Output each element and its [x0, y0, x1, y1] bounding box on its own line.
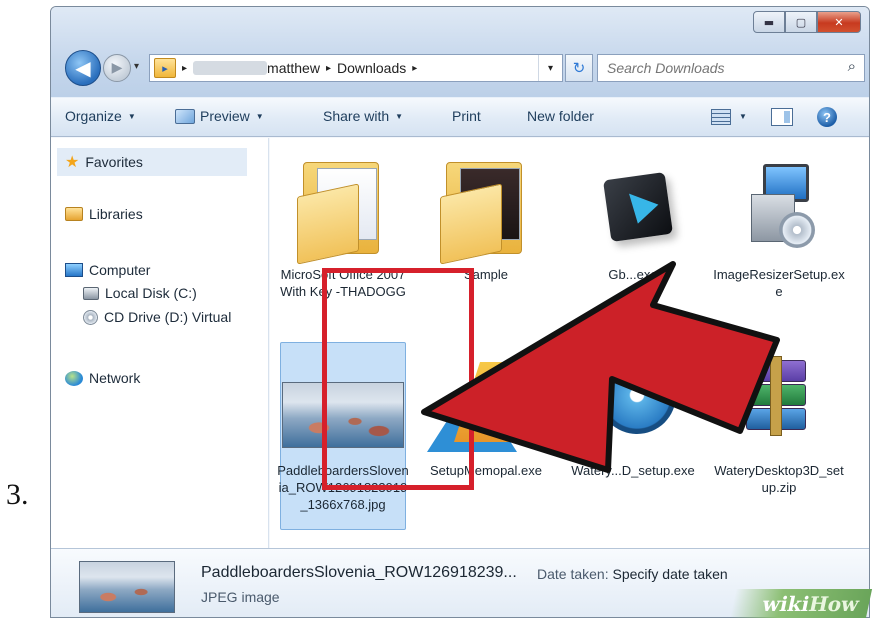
chevron-down-icon: ▼ — [255, 111, 264, 121]
details-thumbnail — [79, 561, 175, 613]
share-with-label: Share with — [323, 108, 390, 124]
zip-icon — [746, 356, 806, 436]
nav-item-label: Favorites — [85, 154, 143, 170]
chevron-down-icon: ▼ — [395, 111, 404, 121]
date-taken-value[interactable]: Specify date taken — [613, 566, 728, 582]
file-item-paddleboarders-jpg[interactable]: PaddleboardersSlovenia_ROW12691823919_13… — [274, 338, 412, 534]
chevron-down-icon: ▼ — [127, 111, 136, 121]
disc-icon — [598, 356, 676, 434]
address-dropdown-button[interactable]: ▾ — [538, 55, 562, 81]
app-box — [602, 171, 674, 243]
details-date-taken: Date taken: Specify date taken — [537, 566, 728, 582]
file-view: MicroSoft Office 2007 With Key -THADOGG … — [270, 138, 869, 548]
file-name: SetupMemopal.exe — [429, 463, 542, 478]
file-item-sample-folder[interactable]: Sample — [417, 142, 555, 338]
details-file-name: PaddleboardersSlovenia_ROW126918239... — [201, 564, 517, 581]
organize-menu[interactable]: Organize ▼ — [65, 108, 136, 124]
minimize-button[interactable]: ▬ — [753, 11, 785, 33]
help-icon[interactable]: ? — [817, 107, 837, 127]
explorer-window: ▬ ▢ ✕ ◀ ▶ ▾ ▸ ▸ matthew ▸ Downloads ▸ ▾ … — [50, 6, 870, 618]
title-bar: ▬ ▢ ✕ ◀ ▶ ▾ ▸ ▸ matthew ▸ Downloads ▸ ▾ … — [51, 7, 869, 97]
nav-item-computer[interactable]: Computer — [65, 262, 150, 278]
caption-buttons: ▬ ▢ ✕ — [753, 11, 861, 33]
search-box[interactable]: ⌕ — [597, 54, 865, 82]
watermark-wiki: wiki — [760, 592, 812, 616]
preview-label: Preview — [200, 108, 250, 124]
refresh-button[interactable]: ↻ — [565, 54, 593, 82]
command-bar: Organize ▼ Preview ▼ Share with ▼ Print … — [51, 97, 869, 137]
details-file-type: JPEG image — [201, 589, 280, 605]
breadcrumb-separator-icon[interactable]: ▸ — [326, 63, 331, 74]
file-name: PaddleboardersSlovenia_ROW12691823919_13… — [277, 463, 409, 512]
navigation-pane: ★ Favorites Libraries Computer Local Dis… — [51, 138, 269, 548]
chevron-down-icon[interactable]: ▼ — [739, 112, 747, 121]
app-icon — [583, 154, 683, 254]
wikihow-watermark: wikiHow — [730, 589, 873, 618]
setup-icon — [729, 154, 829, 254]
file-name: Watery...D_setup.exe — [571, 463, 695, 478]
nav-item-label: Network — [89, 370, 141, 386]
file-name: Sample — [463, 267, 509, 282]
folder-icon — [293, 154, 393, 265]
file-name: Gb...exe — [608, 267, 658, 282]
file-item-gb-exe[interactable]: Gb...exe — [564, 142, 702, 338]
breadcrumb-downloads[interactable]: Downloads — [337, 60, 406, 76]
zip-strap — [770, 356, 782, 436]
nav-item-label: Libraries — [89, 206, 143, 222]
nav-item-label: Computer — [89, 262, 151, 278]
organize-label: Organize — [65, 108, 122, 124]
new-folder-button[interactable]: New folder — [527, 108, 594, 124]
network-icon — [65, 370, 83, 386]
file-name: ImageResizerSetup.exe — [713, 267, 845, 299]
share-with-menu[interactable]: Share with ▼ — [323, 108, 403, 124]
preview-icon — [175, 108, 195, 124]
folder-front — [297, 183, 359, 265]
change-view-icon[interactable] — [711, 109, 731, 125]
library-folder-icon: ▸ — [154, 58, 176, 78]
folder-icon — [436, 154, 536, 265]
cd-icon — [779, 212, 815, 248]
breadcrumb-matthew[interactable]: matthew — [267, 60, 320, 76]
nav-item-label: CD Drive (D:) Virtual — [104, 309, 232, 325]
memopal-shape-yellow — [454, 362, 536, 442]
file-name: MicroSoft Office 2007 With Key -THADOGG — [280, 267, 406, 299]
folder-front — [440, 183, 502, 265]
nav-item-favorites[interactable]: ★ Favorites — [57, 148, 247, 176]
maximize-button[interactable]: ▢ — [785, 11, 817, 33]
file-item-watery-setup-exe[interactable]: Watery...D_setup.exe — [564, 338, 702, 534]
date-taken-label: Date taken: — [537, 566, 609, 582]
print-button[interactable]: Print — [452, 108, 481, 124]
cd-drive-icon — [83, 309, 98, 325]
star-icon: ★ — [65, 154, 80, 171]
search-icon[interactable]: ⌕ — [848, 58, 856, 75]
file-item-setupmemopal[interactable]: SetupMemopal.exe — [417, 338, 555, 534]
file-item-watery-zip[interactable]: WateryDesktop3D_setup.zip — [710, 338, 848, 534]
photo-thumbnail — [282, 382, 404, 448]
nav-item-cd-drive[interactable]: CD Drive (D:) Virtual — [83, 309, 231, 325]
file-name: WateryDesktop3D_setup.zip — [714, 463, 844, 495]
breadcrumb-separator-icon[interactable]: ▸ — [182, 63, 187, 74]
watermark-how: How — [806, 592, 862, 616]
back-button[interactable]: ◀ — [65, 50, 101, 86]
forward-button[interactable]: ▶ — [103, 54, 131, 82]
step-number: 3. — [6, 478, 29, 511]
breadcrumb-separator-icon[interactable]: ▸ — [412, 63, 417, 74]
nav-item-local-disk[interactable]: Local Disk (C:) — [83, 285, 197, 301]
nav-item-network[interactable]: Network — [65, 370, 140, 386]
recent-pages-dropdown[interactable]: ▾ — [134, 61, 139, 72]
nav-item-libraries[interactable]: Libraries — [65, 206, 143, 222]
address-bar[interactable]: ▸ ▸ matthew ▸ Downloads ▸ ▾ — [149, 54, 563, 82]
blurred-username — [193, 61, 268, 75]
preview-menu[interactable]: Preview ▼ — [175, 108, 264, 124]
search-input[interactable] — [607, 60, 827, 76]
file-item-imageresizer[interactable]: ImageResizerSetup.exe — [710, 142, 848, 338]
nav-item-label: Local Disk (C:) — [105, 285, 197, 301]
preview-pane-icon[interactable] — [771, 108, 793, 126]
close-button[interactable]: ✕ — [817, 11, 861, 33]
memopal-icon — [427, 352, 537, 452]
libraries-icon — [65, 207, 83, 221]
computer-icon — [65, 263, 83, 277]
hard-disk-icon — [83, 286, 99, 300]
file-item-office-folder[interactable]: MicroSoft Office 2007 With Key -THADOGG — [274, 142, 412, 338]
